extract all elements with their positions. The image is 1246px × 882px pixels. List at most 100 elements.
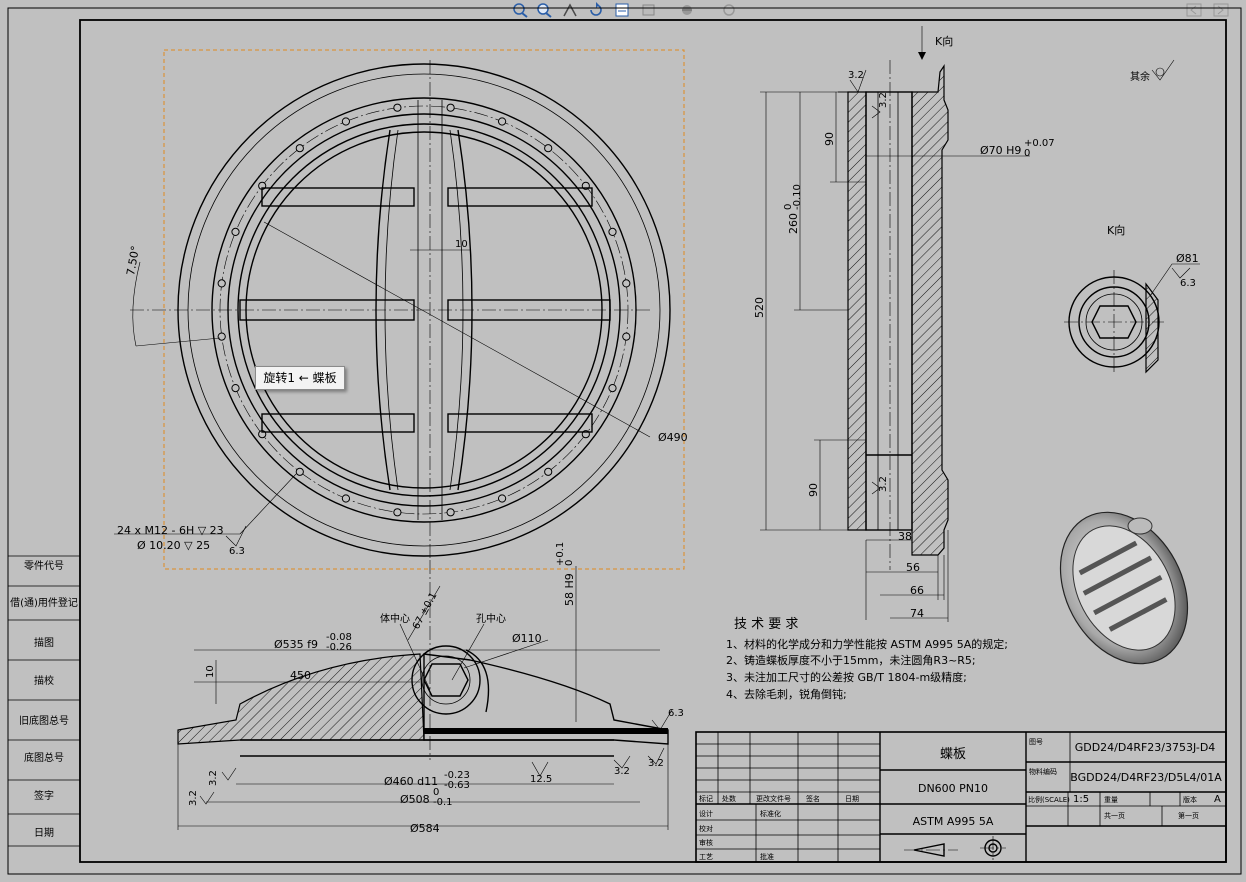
sidebar-label: 日期 — [34, 827, 54, 839]
dim-text: 10 — [205, 665, 216, 678]
tb-label: 第一页 — [1178, 811, 1199, 820]
k-view[interactable]: K向 Ø81 6.3 — [1064, 223, 1200, 374]
bolt-hole — [622, 332, 631, 341]
dim-text: Ø110 — [512, 632, 542, 645]
bolt-hole — [622, 279, 631, 288]
drawing-sheet[interactable]: 零件代号 借(通)用件登记 描图 描校 旧底图总号 底图总号 签字 日期 10 … — [0, 0, 1246, 882]
tb-label: 标准化 — [760, 809, 781, 818]
tb-label: 共一页 — [1104, 811, 1125, 820]
tb-label: 比例(SCALE) — [1028, 795, 1070, 804]
dim-text: 520 — [753, 297, 766, 318]
tb-label: 版本 — [1183, 795, 1197, 804]
bolt-hole — [498, 117, 507, 126]
drawing-number: GDD24/D4RF23/3753J-D4 — [1075, 741, 1216, 754]
bolt-hole — [544, 467, 553, 476]
label-text: 体中心 — [380, 612, 410, 625]
roughness-value: 6.3 — [1180, 278, 1196, 289]
front-view[interactable]: 10 Ø490 7.50° 24 x M12 - 6H ▽ 23 Ø 10.20… — [114, 49, 688, 570]
tb-label: 工艺 — [699, 853, 713, 861]
outer-border — [7, 7, 1242, 875]
tb-label: 图号 — [1029, 738, 1043, 746]
bolt-hole — [231, 384, 240, 393]
tb-label: 签名 — [806, 794, 820, 803]
roughness-value: 3.2 — [208, 770, 219, 786]
dim-tol: 0 — [564, 560, 575, 566]
roughness-value: 12.5 — [530, 774, 552, 785]
technical-requirements: 技 术 要 求 1、材料的化学成分和力学性能按 ASTM A995 5A的规定;… — [726, 617, 1008, 701]
bolt-hole — [341, 117, 350, 126]
dim-tol: -0.26 — [326, 642, 352, 653]
bolt-hole — [341, 494, 350, 503]
tb-label: 日期 — [845, 795, 859, 803]
dim-text: Ø535 f9 — [274, 638, 318, 651]
dim-tol: -0.10 — [792, 184, 803, 210]
roughness-value: 6.3 — [668, 708, 684, 719]
bolt-hole — [217, 332, 226, 341]
dim-text: Ø460 d11 — [384, 775, 438, 788]
side-view[interactable]: K向 520 260 0 -0.10 90 90 Ø70 H9 +0.07 0 — [753, 26, 1055, 622]
view-label: K向 — [1107, 223, 1125, 237]
sidebar-grid: 零件代号 借(通)用件登记 描图 描校 旧底图总号 底图总号 签字 日期 — [8, 555, 80, 847]
tb-label: 设计 — [699, 809, 713, 818]
dim-text: 450 — [290, 669, 311, 682]
tb-label: 处数 — [722, 794, 736, 803]
part-spec: DN600 PN10 — [918, 782, 988, 795]
revision-value: A — [1214, 794, 1221, 805]
remaining-roughness: 其余 — [1130, 59, 1175, 83]
isometric-render — [1059, 511, 1189, 665]
scale-value: 1:5 — [1073, 794, 1089, 805]
dim-tol: 0 — [1024, 148, 1030, 159]
bolt-hole — [608, 384, 617, 393]
dim-text: Ø490 — [658, 431, 688, 444]
dim-text: 58 H9 — [563, 573, 576, 606]
sidebar-label: 签字 — [34, 789, 54, 802]
bolt-hole — [544, 144, 553, 153]
roughness-value: 6.3 — [229, 546, 245, 557]
roughness-value: 3.2 — [878, 476, 889, 492]
dim-text: 7.50° — [124, 245, 142, 277]
dim-text: Ø81 — [1176, 252, 1199, 265]
remaining-label: 其余 — [1130, 70, 1150, 83]
view-selection-box — [163, 49, 685, 570]
section-view[interactable]: Ø535 f9 -0.08 -0.26 450 10 体中心 孔中心 67 ±0… — [177, 542, 684, 835]
dim-text: Ø508 — [400, 793, 430, 806]
tech-title: 技 术 要 求 — [734, 617, 798, 632]
bolt-hole — [446, 103, 455, 112]
dim-text: 90 — [823, 132, 836, 146]
part-material: ASTM A995 5A — [913, 815, 994, 828]
dim-text: 56 — [906, 561, 920, 574]
dim-tol: -0.1 — [433, 797, 453, 808]
tech-line: 2、铸造蝶板厚度不小于15mm，未注圆角R3~R5; — [726, 653, 976, 667]
tb-label: 物料编码 — [1029, 767, 1057, 776]
bolt-hole — [498, 494, 507, 503]
tb-label: 批准 — [760, 852, 774, 861]
dim-text: 38 — [898, 530, 912, 543]
dim-text: 67 ±0.1 — [411, 591, 440, 632]
label-text: 孔中心 — [476, 612, 506, 625]
sidebar-label: 描校 — [34, 674, 54, 687]
tb-label: 审核 — [699, 838, 713, 847]
tb-label: 校对 — [699, 824, 713, 833]
part-name: 蝶板 — [940, 747, 966, 762]
sidebar-label: 描图 — [34, 636, 54, 649]
title-block: 标记 处数 更改文件号 签名 日期 设计 校对 审核 工艺 标准化 批准 蝶板 … — [695, 731, 1227, 863]
feature-tooltip: 旋转1 ← 蝶板 — [255, 366, 345, 390]
dim-text: Ø584 — [410, 822, 440, 835]
tb-label: 重量 — [1104, 796, 1118, 804]
tooltip-text: 旋转1 ← 蝶板 — [263, 371, 337, 385]
dim-text: 74 — [910, 607, 924, 620]
bolt-hole — [393, 103, 402, 112]
dim-text: 90 — [807, 483, 820, 497]
roughness-value: 3.2 — [614, 766, 630, 777]
tech-line: 3、未注加工尺寸的公差按 GB/T 1804-m级精度; — [726, 670, 967, 684]
tb-label: 标记 — [699, 794, 713, 803]
dim-text: 66 — [910, 584, 924, 597]
bolt-hole — [217, 279, 226, 288]
dim-tol: -0.63 — [444, 780, 470, 791]
roughness-value: 3.2 — [188, 790, 199, 806]
sidebar-label: 零件代号 — [24, 560, 64, 572]
tb-label: 更改文件号 — [756, 794, 791, 803]
roughness-value: 3.2 — [878, 92, 889, 108]
roughness-value: 3.2 — [648, 758, 664, 769]
sidebar-label: 底图总号 — [24, 751, 64, 764]
